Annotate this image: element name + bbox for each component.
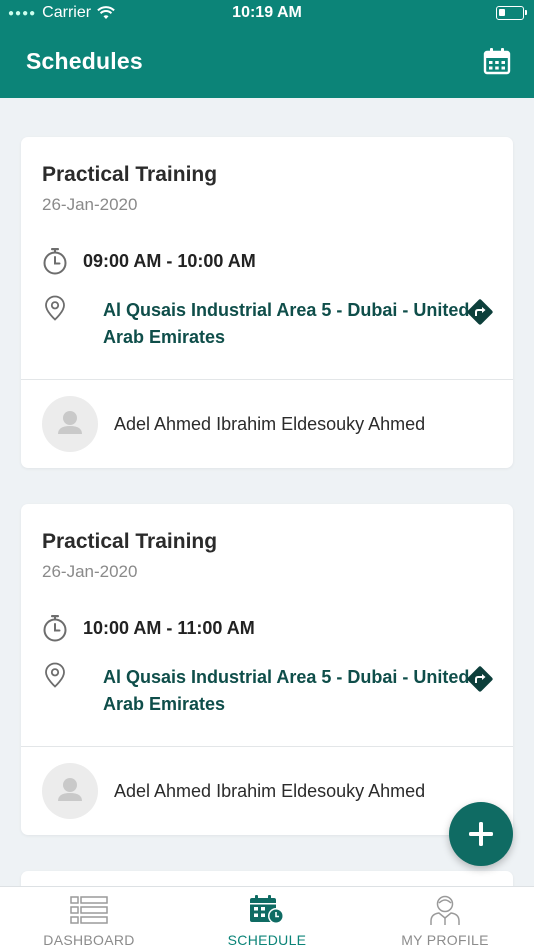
add-schedule-button[interactable] <box>449 802 513 866</box>
calendar-icon[interactable] <box>482 46 512 76</box>
tab-schedule[interactable]: SCHEDULE <box>178 887 356 950</box>
person-placeholder-icon <box>58 411 82 434</box>
tab-schedule-label: SCHEDULE <box>227 932 307 948</box>
tab-my-profile-label: MY PROFILE <box>401 932 489 948</box>
tab-bar: DASHBOARD SCHEDULE MY PROFILE <box>0 886 534 950</box>
schedule-icon <box>250 895 284 924</box>
person-name: Adel Ahmed Ibrahim Eldesouky Ahmed <box>114 414 426 434</box>
directions-icon[interactable] <box>466 298 494 326</box>
schedule-date: 26-Jan-2020 <box>42 562 138 581</box>
card-divider <box>21 379 513 380</box>
schedule-date: 26-Jan-2020 <box>42 195 138 214</box>
tab-my-profile[interactable]: MY PROFILE <box>356 887 534 950</box>
stopwatch-icon <box>43 248 67 275</box>
schedule-location: Al Qusais Industrial Area 5 - Dubai - Un… <box>103 667 470 714</box>
person-name: Adel Ahmed Ibrahim Eldesouky Ahmed <box>114 781 426 801</box>
schedule-title: Practical Training <box>42 530 218 553</box>
location-pin-icon <box>45 662 65 688</box>
stopwatch-icon <box>43 615 67 642</box>
tab-dashboard-label: DASHBOARD <box>43 932 135 948</box>
status-time: 10:19 AM <box>232 4 302 21</box>
page-title: Schedules <box>26 48 143 74</box>
profile-icon <box>430 895 460 925</box>
app-bar: Schedules <box>0 26 534 98</box>
avatar <box>42 763 98 819</box>
schedule-time: 10:00 AM - 11:00 AM <box>83 617 255 638</box>
schedule-location: Al Qusais Industrial Area 5 - Dubai - Un… <box>103 300 470 347</box>
battery-icon <box>496 6 527 20</box>
card-divider <box>21 746 513 747</box>
dashboard-icon <box>70 896 108 924</box>
person-placeholder-icon <box>58 778 82 801</box>
tab-dashboard[interactable]: DASHBOARD <box>0 887 178 950</box>
status-bar: ●●●● Carrier 10:19 AM <box>0 0 534 26</box>
avatar <box>42 396 98 452</box>
schedule-title: Practical Training <box>42 163 218 186</box>
plus-icon <box>469 822 493 846</box>
schedule-time: 09:00 AM - 10:00 AM <box>83 250 256 271</box>
directions-icon[interactable] <box>466 665 494 693</box>
location-pin-icon <box>45 295 65 321</box>
schedule-card[interactable]: Practical Training 26-Jan-2020 10:00 AM … <box>21 504 513 835</box>
schedule-card[interactable]: Practical Training 26-Jan-2020 09:00 AM … <box>21 137 513 468</box>
